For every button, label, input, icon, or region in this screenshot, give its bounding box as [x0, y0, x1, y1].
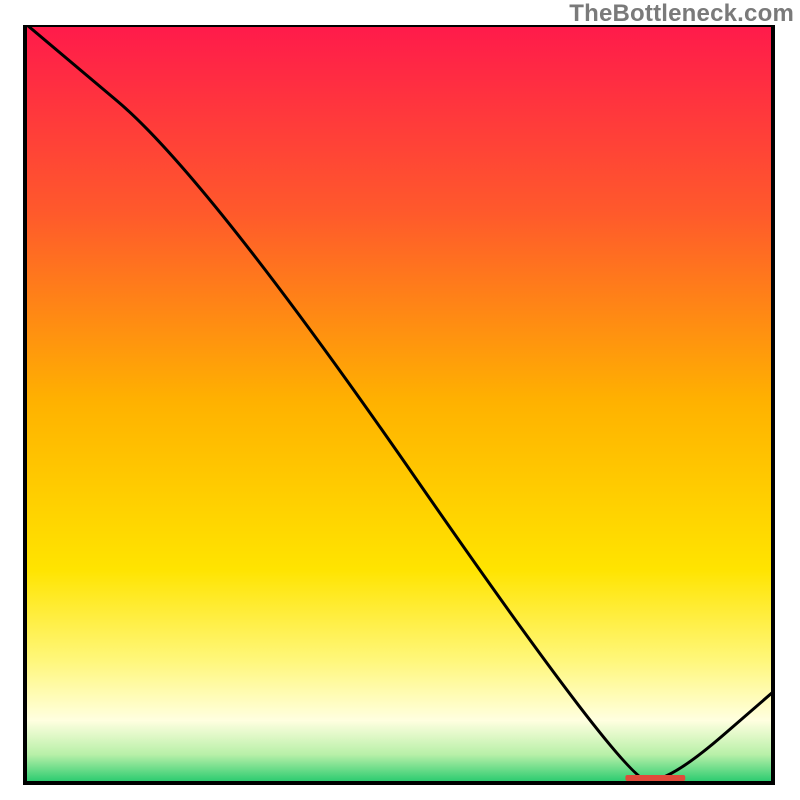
- optimal-band-marker: [625, 775, 685, 781]
- chart-background-gradient: [27, 25, 775, 781]
- watermark-label: TheBottleneck.com: [569, 0, 794, 28]
- bottleneck-chart: [23, 25, 775, 785]
- chart-stage: TheBottleneck.com: [0, 0, 800, 800]
